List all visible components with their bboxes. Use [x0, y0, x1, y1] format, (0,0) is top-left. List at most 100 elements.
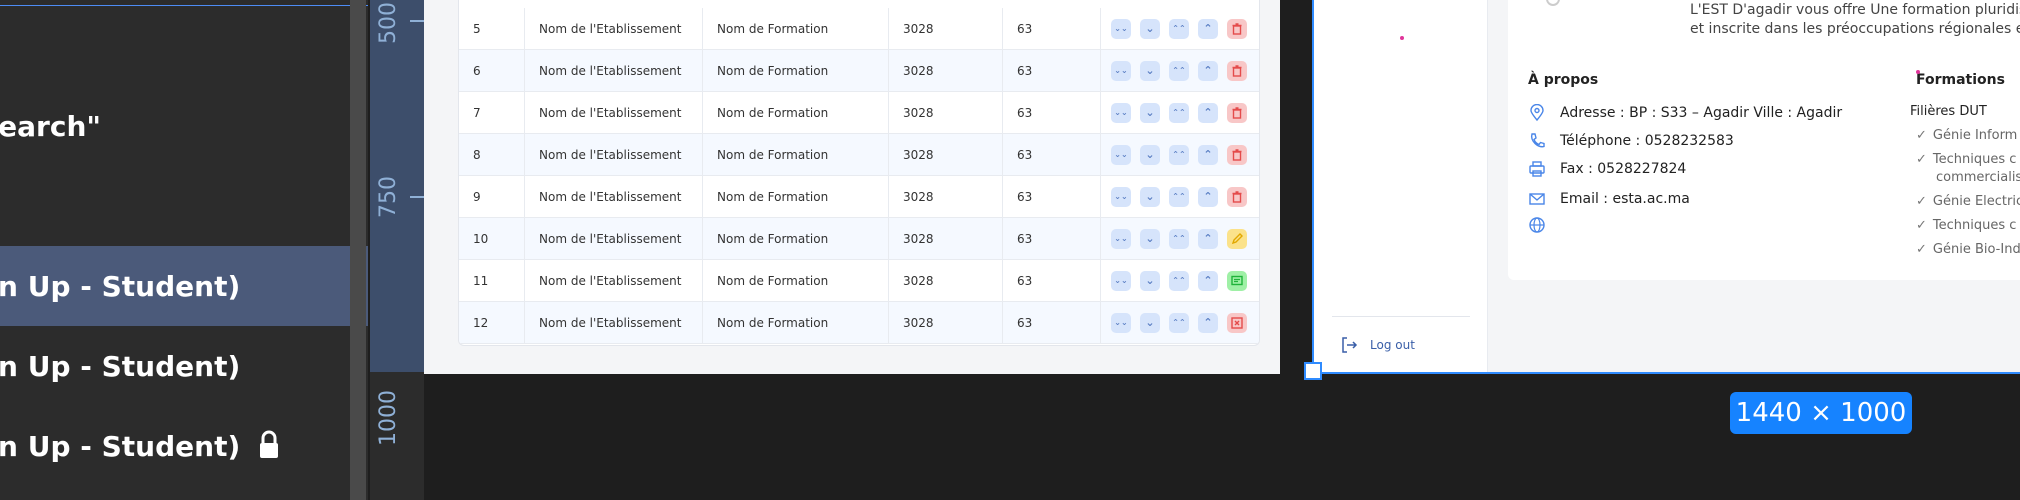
chevron-down-icon[interactable]: ⌄: [1140, 19, 1160, 39]
chevron-up-icon[interactable]: ⌃: [1198, 271, 1218, 291]
cell-number: 63: [1003, 92, 1101, 134]
close-icon[interactable]: [1227, 313, 1247, 333]
cell-code: 3028: [889, 50, 1003, 92]
delete-icon[interactable]: [1227, 103, 1247, 123]
chevrons-up-icon[interactable]: ⌃⌃: [1169, 61, 1189, 81]
vertical-ruler: 500 750 1000: [370, 0, 424, 500]
chevron-down-icon[interactable]: ⌄: [1140, 229, 1160, 249]
layers-scrollbar[interactable]: [350, 0, 366, 500]
phone-text: Téléphone : 0528232583: [1560, 133, 1734, 149]
chevrons-down-icon[interactable]: ⌄⌄: [1111, 187, 1131, 207]
table-row[interactable]: 8 Nom de l'Etablissement Nom de Formation 3…: [459, 134, 1259, 176]
layer-label: gn Up - Student): [0, 349, 241, 383]
chevron-up-icon[interactable]: ⌃: [1198, 187, 1218, 207]
email-item: Email : esta.ac.ma: [1528, 190, 1690, 208]
chevrons-up-icon[interactable]: ⌃⌃: [1169, 145, 1189, 165]
chevrons-down-icon[interactable]: ⌄⌄: [1111, 19, 1131, 39]
chevrons-up-icon[interactable]: ⌃⌃: [1169, 187, 1189, 207]
figma-canvas: Search" gn Up - Student) gn Up - Student…: [0, 0, 2020, 500]
address-text: Adresse : BP : S33 – Agadir Ville : Agad…: [1560, 105, 1843, 121]
profile-content: L'EST D'agadir vous offre Une formation …: [1488, 0, 2020, 372]
cell-formation: Nom de Formation: [703, 92, 889, 134]
layer-item-search[interactable]: Search": [0, 86, 368, 166]
pink-marker: [1916, 70, 1920, 74]
table-row[interactable]: 12 Nom de l'Etablissement Nom de Formation…: [459, 302, 1259, 344]
cell-etablissement: Nom de l'Etablissement: [525, 8, 703, 50]
table-row[interactable]: 10 Nom de l'Etablissement Nom de Formation…: [459, 218, 1259, 260]
row-actions: ⌄⌄ ⌄ ⌃⌃ ⌃: [1101, 176, 1259, 218]
edit-icon[interactable]: [1227, 229, 1247, 249]
cell-number: 63: [1003, 218, 1101, 260]
chevron-up-icon[interactable]: ⌃: [1198, 229, 1218, 249]
chevron-down-icon[interactable]: ⌄: [1140, 313, 1160, 333]
row-id: 8: [459, 134, 525, 176]
chevrons-up-icon[interactable]: ⌃⌃: [1169, 271, 1189, 291]
chevron-up-icon[interactable]: ⌃: [1198, 145, 1218, 165]
cell-formation: Nom de Formation: [703, 50, 889, 92]
chevron-up-icon[interactable]: ⌃: [1198, 61, 1218, 81]
chevrons-down-icon[interactable]: ⌄⌄: [1111, 271, 1131, 291]
frame-table-page[interactable]: 5 Nom de l'Etablissement Nom de Formation 3…: [424, 0, 1280, 374]
logout-button[interactable]: Log out: [1340, 336, 1415, 354]
cell-formation: Nom de Formation: [703, 134, 889, 176]
row-actions: ⌄⌄ ⌄ ⌃⌃ ⌃: [1101, 218, 1259, 260]
row-id: 5: [459, 8, 525, 50]
filiere-item: ✓ Génie Electric: [1916, 194, 2020, 209]
chevron-up-icon[interactable]: ⌃: [1198, 19, 1218, 39]
profile-sidebar: Log out: [1314, 0, 1488, 372]
email-text: Email : esta.ac.ma: [1560, 191, 1690, 207]
frame-size-badge: 1440 × 1000: [1730, 392, 1912, 434]
chevron-down-icon[interactable]: ⌄: [1140, 61, 1160, 81]
table-row[interactable]: 7 Nom de l'Etablissement Nom de Formation 3…: [459, 92, 1259, 134]
delete-icon[interactable]: [1227, 145, 1247, 165]
lock-icon[interactable]: [258, 430, 280, 460]
chevron-up-icon[interactable]: ⌃: [1198, 313, 1218, 333]
chevron-down-icon[interactable]: ⌄: [1140, 103, 1160, 123]
chevrons-down-icon[interactable]: ⌄⌄: [1111, 145, 1131, 165]
chevrons-down-icon[interactable]: ⌄⌄: [1111, 229, 1131, 249]
frame-resize-handle[interactable]: [1304, 362, 1322, 380]
chevrons-up-icon[interactable]: ⌃⌃: [1169, 313, 1189, 333]
cell-number: 63: [1003, 134, 1101, 176]
delete-icon[interactable]: [1227, 19, 1247, 39]
row-id: 10: [459, 218, 525, 260]
cell-etablissement: Nom de l'Etablissement: [525, 302, 703, 344]
chevron-down-icon[interactable]: ⌄: [1140, 271, 1160, 291]
chevron-up-icon[interactable]: ⌃: [1198, 103, 1218, 123]
delete-icon[interactable]: [1227, 187, 1247, 207]
frame-profile-page[interactable]: Log out L'EST D'agadir vous offre Une fo…: [1312, 0, 2020, 374]
ruler-tick: [410, 20, 424, 22]
delete-icon[interactable]: [1227, 61, 1247, 81]
table-row[interactable]: 6 Nom de l'Etablissement Nom de Formation 3…: [459, 50, 1259, 92]
scrollbar-thumb[interactable]: [350, 0, 366, 500]
formations-title: Formations: [1916, 72, 2005, 88]
table-row[interactable]: 9 Nom de l'Etablissement Nom de Formation 3…: [459, 176, 1259, 218]
chevrons-down-icon[interactable]: ⌄⌄: [1111, 103, 1131, 123]
mail-icon: [1529, 193, 1545, 205]
chevrons-down-icon[interactable]: ⌄⌄: [1111, 61, 1131, 81]
description-line-2: et inscrite dans les préoccupations régi…: [1690, 21, 2020, 37]
message-icon[interactable]: [1227, 271, 1247, 291]
layer-item-signup-student-1[interactable]: gn Up - Student): [0, 246, 368, 326]
fax-item: Fax : 0528227824: [1528, 160, 1686, 178]
layer-item-signup-student-3[interactable]: gn Up - Student): [0, 406, 368, 486]
chevron-down-icon[interactable]: ⌄: [1140, 187, 1160, 207]
table-row[interactable]: 11 Nom de l'Etablissement Nom de Formation…: [459, 260, 1259, 302]
row-actions: ⌄⌄ ⌄ ⌃⌃ ⌃: [1101, 50, 1259, 92]
cell-code: 3028: [889, 218, 1003, 260]
chevron-down-icon[interactable]: ⌄: [1140, 145, 1160, 165]
check-icon: ✓: [1916, 218, 1927, 233]
cell-code: 3028: [889, 302, 1003, 344]
cell-etablissement: Nom de l'Etablissement: [525, 134, 703, 176]
layer-item-signup-student-2[interactable]: gn Up - Student): [0, 326, 368, 406]
chevrons-down-icon[interactable]: ⌄⌄: [1111, 313, 1131, 333]
row-actions: ⌄⌄ ⌄ ⌃⌃ ⌃: [1101, 260, 1259, 302]
chevrons-up-icon[interactable]: ⌃⌃: [1169, 103, 1189, 123]
chevrons-up-icon[interactable]: ⌃⌃: [1169, 229, 1189, 249]
layer-label: gn Up - Student): [0, 429, 241, 463]
chevrons-up-icon[interactable]: ⌃⌃: [1169, 19, 1189, 39]
table-row[interactable]: 5 Nom de l'Etablissement Nom de Formation 3…: [459, 8, 1259, 50]
row-actions: ⌄⌄ ⌄ ⌃⌃ ⌃: [1101, 92, 1259, 134]
layers-panel: Search" gn Up - Student) gn Up - Student…: [0, 0, 368, 500]
cell-number: 63: [1003, 8, 1101, 50]
